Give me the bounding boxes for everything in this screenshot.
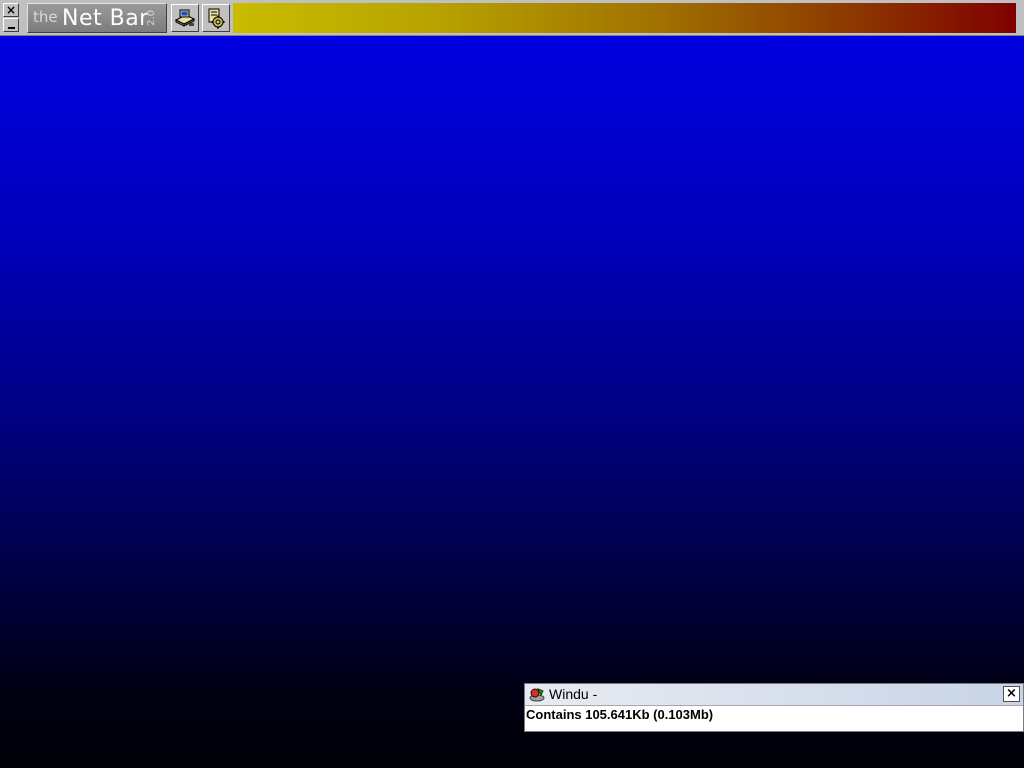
netbar-settings-button[interactable] (202, 4, 230, 32)
windu-message: Contains 105.641Kb (0.103Mb) (526, 707, 714, 722)
windu-titlebar[interactable]: Windu - × (525, 684, 1023, 706)
netbar-gradient-bar (233, 3, 1016, 33)
windu-app-icon (529, 688, 545, 702)
minimize-icon (8, 27, 15, 29)
logo-name-text: Net Bar (62, 6, 149, 31)
desktop-background (0, 0, 1024, 768)
netbar-toolbar: × the Net Bar 2.0 (0, 0, 1024, 36)
netbar-network-button[interactable] (171, 4, 199, 32)
network-computer-icon (174, 9, 196, 27)
windu-close-button[interactable]: × (1003, 686, 1020, 702)
logo-version-text: 2.0 (146, 10, 157, 26)
netbar-logo[interactable]: the Net Bar 2.0 (27, 3, 167, 33)
logo-the-text: the (33, 8, 58, 26)
windu-window: Windu - × Contains 105.641Kb (0.103Mb) (524, 683, 1024, 732)
windu-title: Windu - (549, 686, 598, 702)
netbar-minimize-button[interactable] (3, 18, 19, 32)
netbar-close-button[interactable]: × (3, 3, 19, 17)
settings-gear-icon (208, 8, 225, 29)
